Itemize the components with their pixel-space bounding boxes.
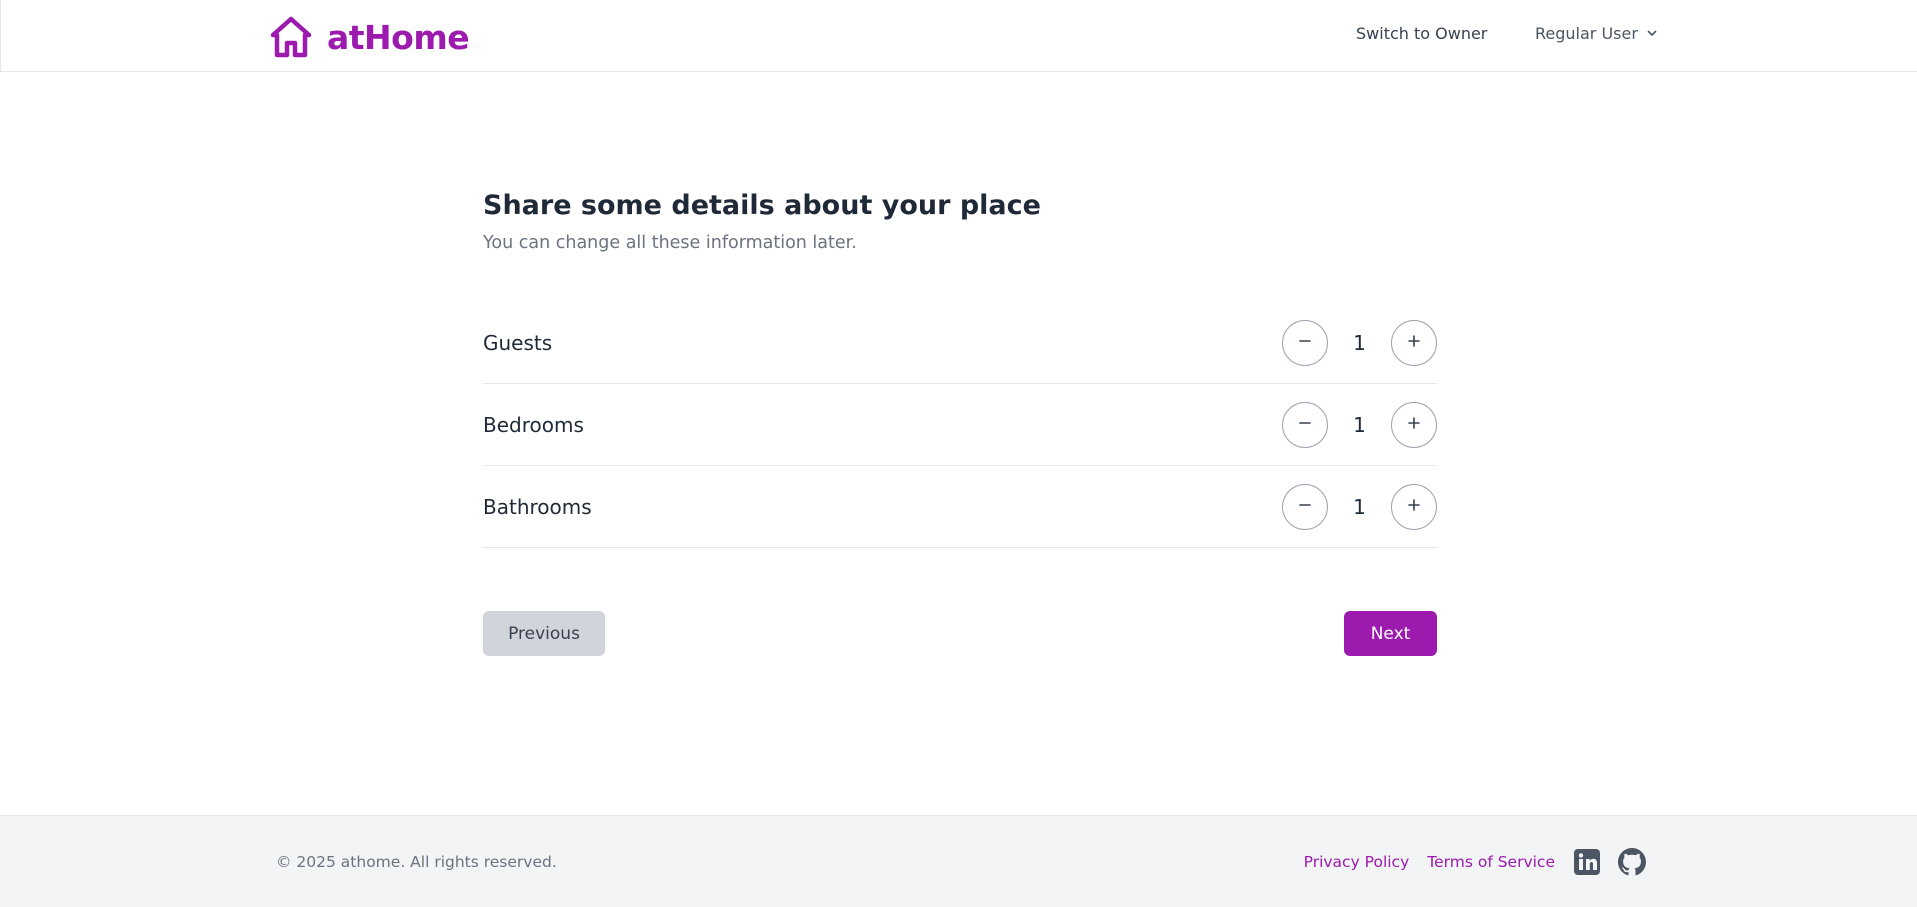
minus-icon [1298, 333, 1312, 352]
house-icon [269, 16, 313, 58]
top-navbar: atHome Switch to Owner Regular User [0, 0, 1917, 72]
user-menu-button[interactable]: Regular User [1535, 22, 1658, 46]
guests-increment-button[interactable] [1391, 319, 1437, 366]
minus-icon [1298, 415, 1312, 434]
page-title: Share some details about your place [483, 190, 1041, 221]
bedrooms-label: Bedrooms [483, 412, 584, 437]
guests-value: 1 [1353, 330, 1366, 355]
bathrooms-stepper: 1 [1282, 466, 1437, 547]
guests-label: Guests [483, 330, 553, 355]
bedrooms-value: 1 [1353, 412, 1366, 437]
next-button[interactable]: Next [1344, 611, 1437, 656]
privacy-policy-link[interactable]: Privacy Policy [1304, 853, 1410, 871]
github-icon[interactable] [1618, 847, 1646, 876]
user-menu-label: Regular User [1535, 24, 1638, 43]
switch-to-owner-link[interactable]: Switch to Owner [1356, 22, 1487, 46]
page-footer: © 2025 athome. All rights reserved. Priv… [0, 815, 1917, 907]
plus-icon [1407, 415, 1421, 434]
bathrooms-increment-button[interactable] [1391, 483, 1437, 530]
bathrooms-value: 1 [1353, 494, 1366, 519]
copyright-text: © 2025 athome. All rights reserved. [276, 852, 557, 871]
footer-links: Privacy Policy Terms of Service [1304, 816, 1646, 907]
minus-icon [1298, 497, 1312, 516]
bedrooms-increment-button[interactable] [1391, 401, 1437, 448]
linkedin-icon[interactable] [1573, 848, 1601, 876]
terms-of-service-link[interactable]: Terms of Service [1427, 853, 1555, 871]
plus-icon [1407, 497, 1421, 516]
brand-logo[interactable]: atHome [269, 16, 470, 58]
bedrooms-stepper: 1 [1282, 384, 1437, 465]
bathrooms-decrement-button[interactable] [1282, 483, 1328, 530]
plus-icon [1407, 333, 1421, 352]
guests-decrement-button[interactable] [1282, 319, 1328, 366]
guests-stepper: 1 [1282, 302, 1437, 383]
bathrooms-label: Bathrooms [483, 494, 592, 519]
bathrooms-counter-row: Bathrooms 1 [483, 466, 1437, 548]
chevron-down-icon [1638, 22, 1658, 46]
brand-name: atHome [327, 17, 470, 57]
previous-button[interactable]: Previous [483, 611, 605, 656]
page-subtitle: You can change all these information lat… [483, 233, 857, 253]
bedrooms-counter-row: Bedrooms 1 [483, 384, 1437, 466]
bedrooms-decrement-button[interactable] [1282, 401, 1328, 448]
guests-counter-row: Guests 1 [483, 302, 1437, 384]
